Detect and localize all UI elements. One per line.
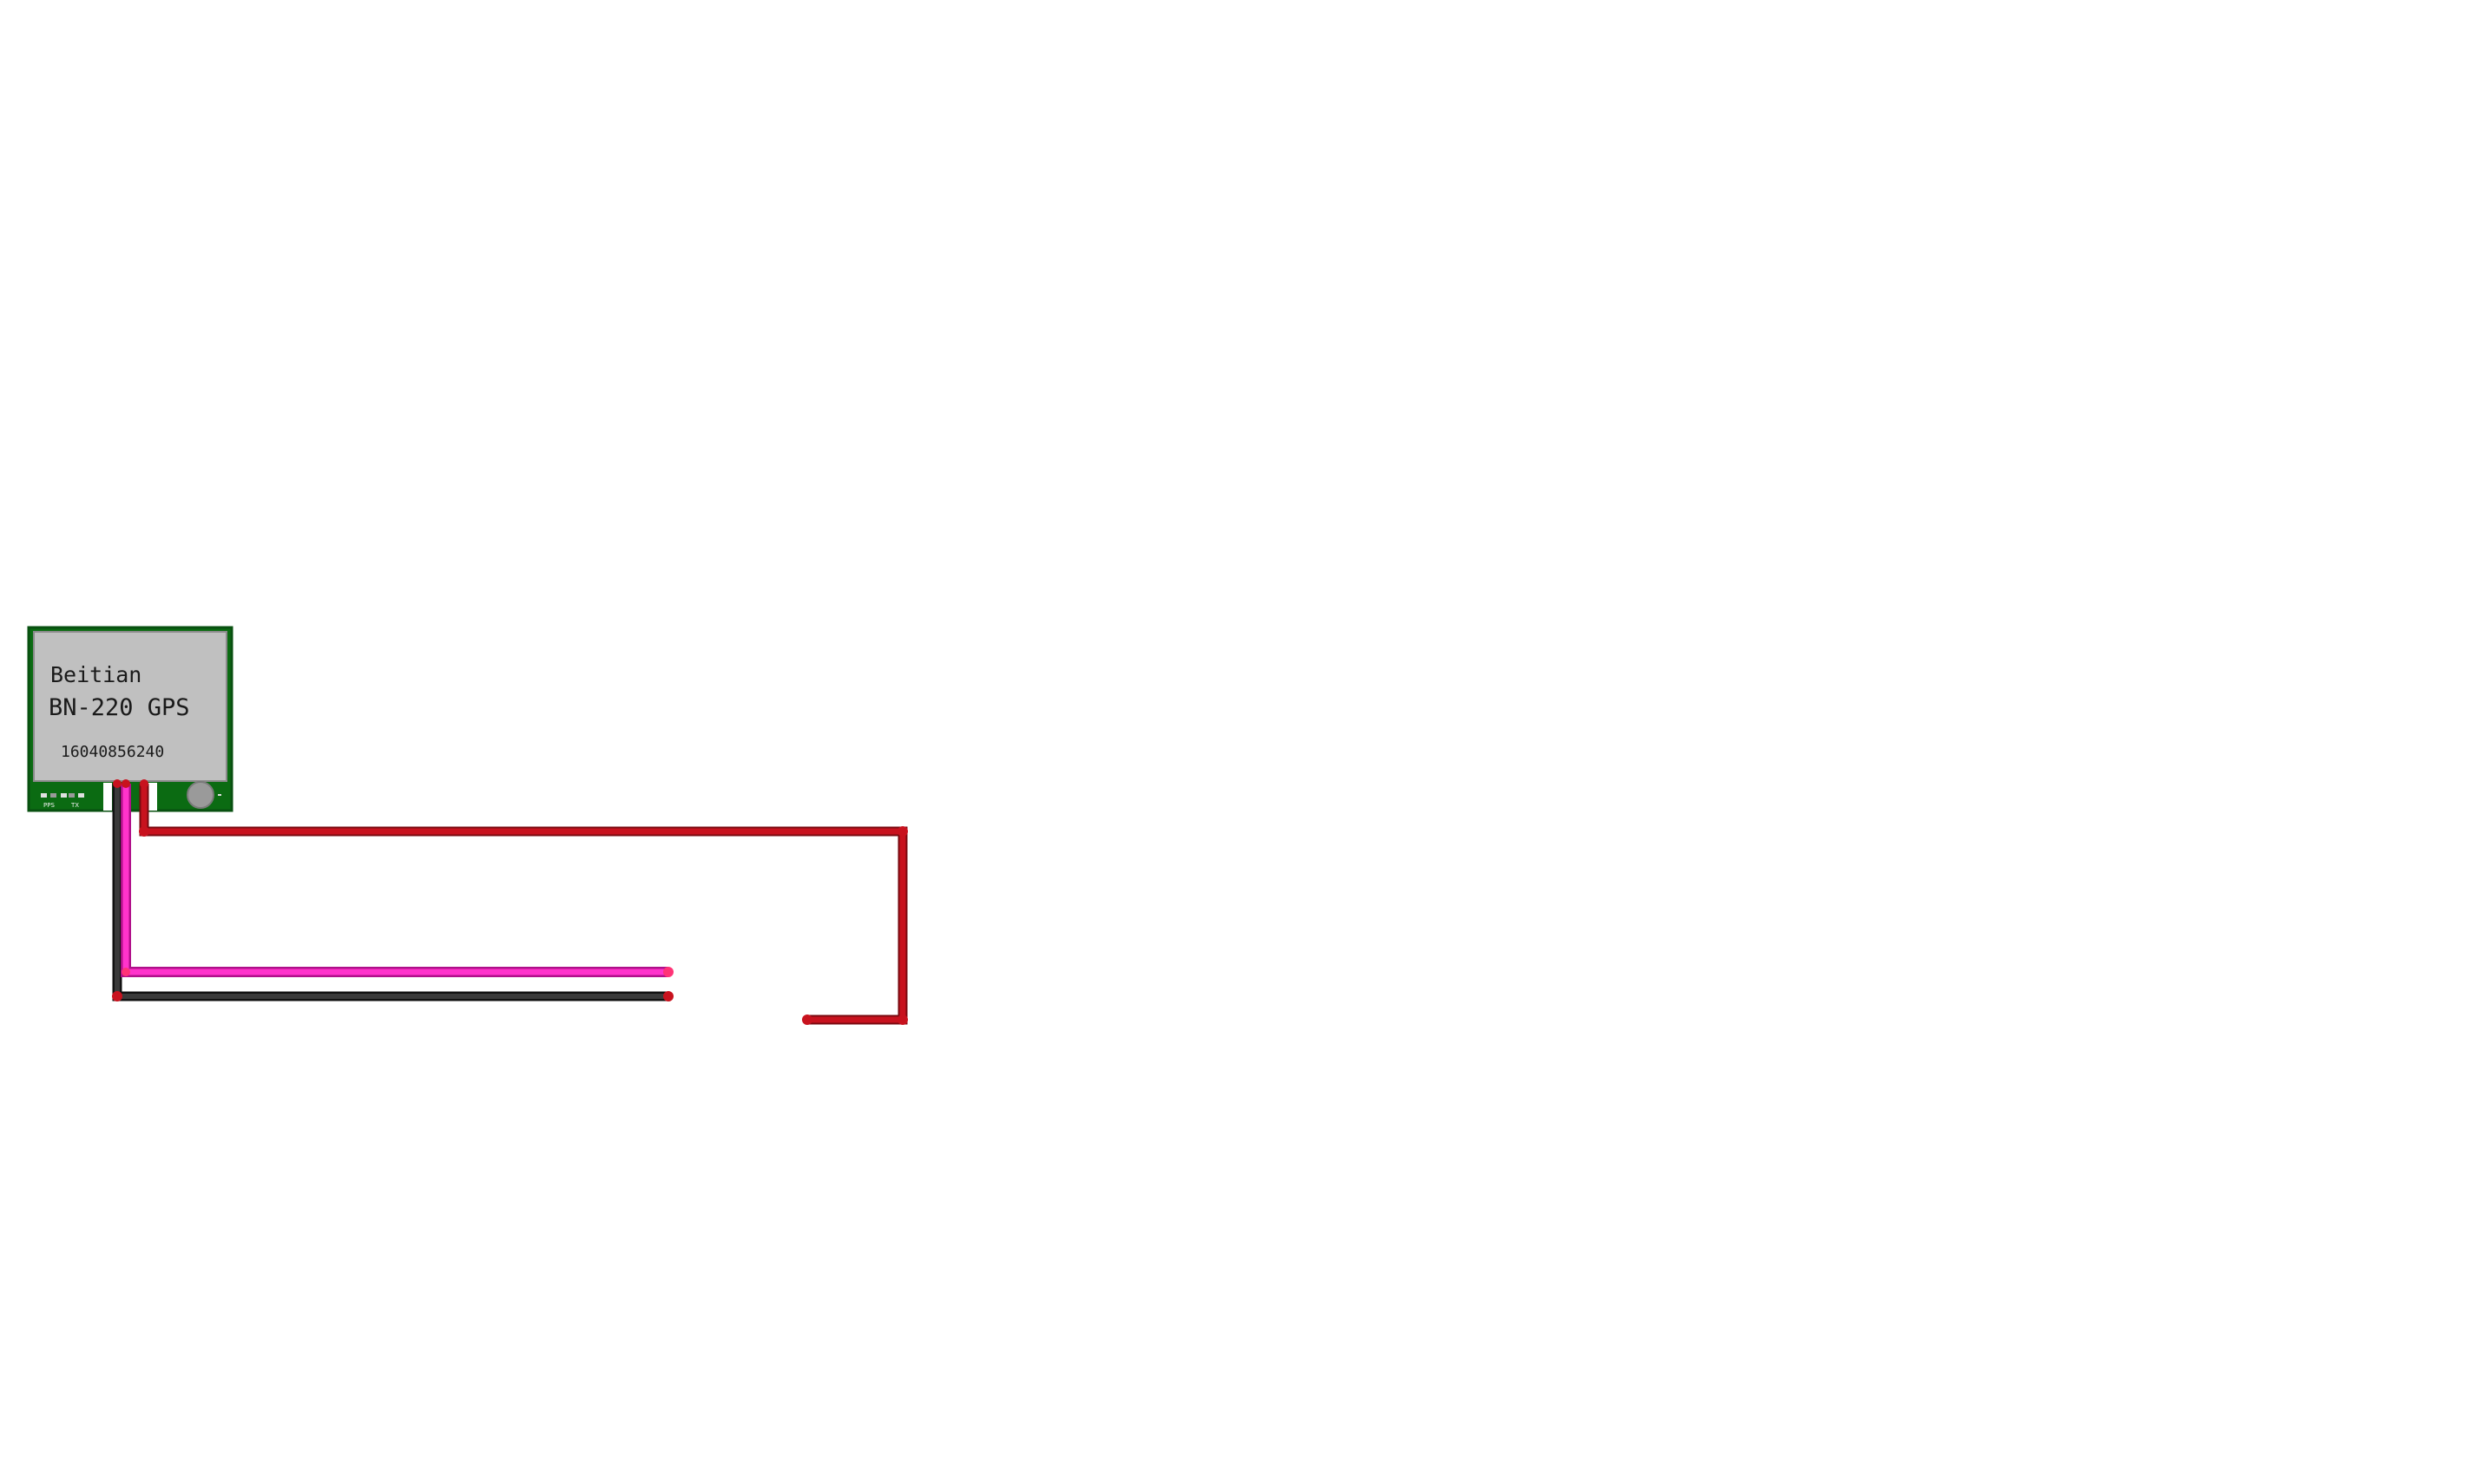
wire-black[interactable] — [112, 784, 668, 1001]
wire-red[interactable] — [141, 784, 906, 1023]
led-tx-icon — [61, 793, 67, 798]
wires — [112, 779, 908, 1025]
wire-bend-point — [112, 991, 122, 1001]
led-pps-icon — [41, 793, 47, 798]
wire-end-point — [802, 1015, 812, 1025]
wire-red[interactable] — [139, 784, 908, 1025]
wire-end-point — [113, 779, 122, 788]
wire-bend-point — [122, 968, 130, 976]
wire-endpoints — [112, 779, 908, 1025]
wire-bend-point — [898, 826, 908, 837]
wire-end-point — [122, 779, 130, 788]
wire-magenta[interactable] — [121, 784, 668, 977]
led-label-pps: PPS — [43, 802, 55, 809]
wire-bend-point — [898, 1015, 908, 1025]
module-brand: Beitian — [50, 662, 141, 687]
led-tx-icon — [69, 793, 75, 798]
wire-magenta[interactable] — [122, 784, 668, 975]
module-serial: 16040856240 — [61, 743, 164, 761]
battery-marker — [218, 794, 221, 796]
led-pps-icon — [50, 793, 56, 798]
connector-cutout — [148, 783, 157, 811]
wire-bend-point — [139, 826, 149, 837]
breadboard-canvas: Beitian BN-220 GPS 16040856240 PPS TX — [27, 626, 908, 1025]
led-tx-icon — [78, 793, 84, 798]
gps-module[interactable]: Beitian BN-220 GPS 16040856240 PPS TX — [27, 626, 233, 812]
connector-cutout — [103, 783, 112, 811]
wire-end-point — [663, 967, 674, 977]
backup-battery-icon — [187, 781, 214, 809]
wire-end-point — [140, 779, 148, 788]
led-label-tx: TX — [70, 802, 79, 809]
wire-black[interactable] — [115, 784, 668, 999]
wire-end-point — [663, 991, 674, 1001]
module-model: BN-220 GPS — [49, 694, 190, 721]
